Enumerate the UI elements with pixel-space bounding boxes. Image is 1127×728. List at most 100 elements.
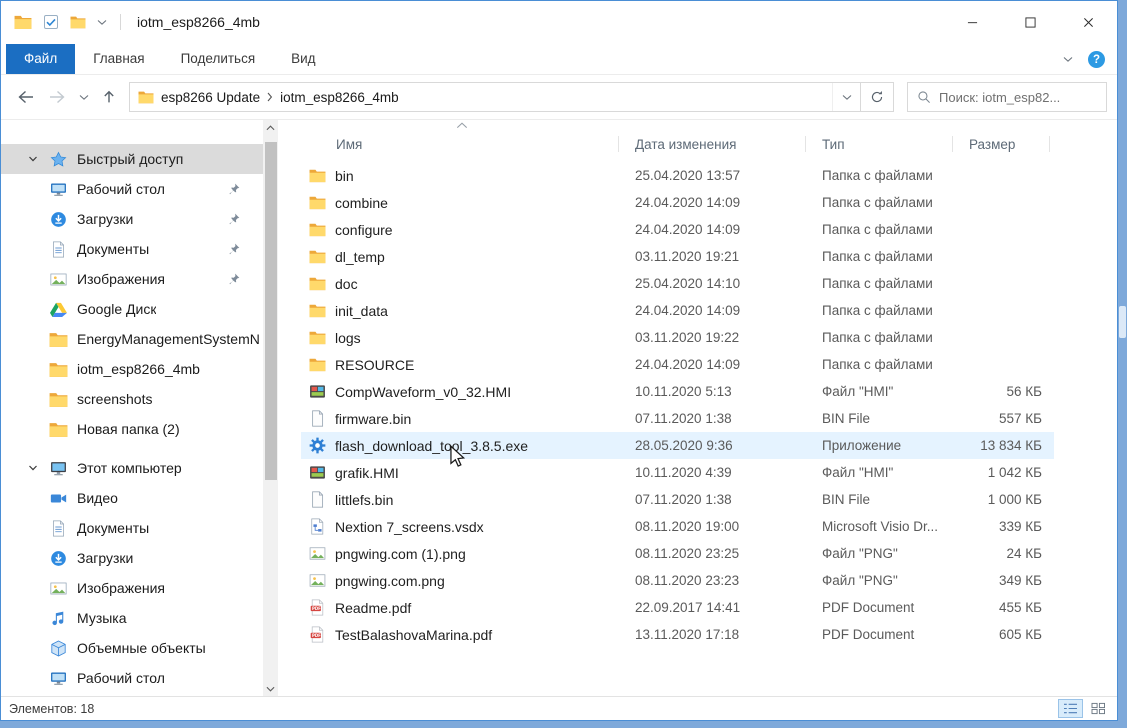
help-icon[interactable]: ? xyxy=(1088,51,1105,68)
sidebar-item-5[interactable]: Изображения xyxy=(1,264,263,294)
titlebar: iotm_esp8266_4mb xyxy=(1,1,1117,43)
file-row-1[interactable]: bin25.04.2020 13:57Папка с файлами xyxy=(301,162,1054,189)
sidebar-item-7[interactable]: EnergyManagementSystemN xyxy=(1,324,263,354)
sidebar-item-14[interactable]: Загрузки xyxy=(1,543,263,573)
file-row-2[interactable]: combine24.04.2020 14:09Папка с файлами xyxy=(301,189,1054,216)
png-icon xyxy=(309,572,326,589)
folder-icon xyxy=(309,221,326,238)
file-row-6[interactable]: init_data24.04.2020 14:09Папка с файлами xyxy=(301,297,1054,324)
file-row-12[interactable]: grafik.HMI10.11.2020 4:39Файл "HMI"1 042… xyxy=(301,459,1054,486)
file-row-7[interactable]: logs03.11.2020 19:22Папка с файлами xyxy=(301,324,1054,351)
sidebar-item-11[interactable]: Этот компьютер xyxy=(1,453,263,483)
file-size: 557 КБ xyxy=(957,411,1054,426)
sidebar-item-label: Этот компьютер xyxy=(77,460,182,476)
breadcrumb-segment-2[interactable]: iotm_esp8266_4mb xyxy=(280,90,399,105)
file-row-16[interactable]: pngwing.com.png08.11.2020 23:23Файл "PNG… xyxy=(301,567,1054,594)
expander-spacer xyxy=(28,643,49,653)
sidebar-scrollbar[interactable] xyxy=(263,120,278,696)
search-icon xyxy=(917,90,931,104)
file-type: BIN File xyxy=(810,411,957,426)
file-row-18[interactable]: PDFTestBalashovaMarina.pdf13.11.2020 17:… xyxy=(301,621,1054,648)
sidebar-item-2[interactable]: Рабочий стол xyxy=(1,174,263,204)
checkbox-toolbar-icon[interactable] xyxy=(43,14,59,30)
ribbon-tab-2[interactable]: Главная xyxy=(75,44,162,74)
file-name-cell: configure xyxy=(301,221,623,238)
sidebar-item-18[interactable]: Рабочий стол xyxy=(1,663,263,693)
search-input[interactable]: Поиск: iotm_esp82... xyxy=(907,82,1107,112)
column-header-4[interactable]: Размер xyxy=(957,129,1054,159)
file-row-3[interactable]: configure24.04.2020 14:09Папка с файлами xyxy=(301,216,1054,243)
thumbnails-view-button[interactable] xyxy=(1086,699,1111,718)
file-row-15[interactable]: pngwing.com (1).png08.11.2020 23:25Файл … xyxy=(301,540,1054,567)
file-row-10[interactable]: firmware.bin07.11.2020 1:38BIN File557 К… xyxy=(301,405,1054,432)
expander-icon[interactable] xyxy=(28,154,49,164)
pin-icon xyxy=(227,182,241,196)
file-date: 08.11.2020 19:00 xyxy=(623,519,810,534)
breadcrumb-segment-1[interactable]: esp8266 Update xyxy=(161,90,260,105)
forward-icon[interactable] xyxy=(48,90,66,104)
details-view-button[interactable] xyxy=(1058,699,1083,718)
sidebar-item-13[interactable]: Документы xyxy=(1,513,263,543)
minimize-button[interactable] xyxy=(943,1,1001,43)
sidebar-item-1[interactable]: Быстрый доступ xyxy=(1,144,263,174)
sidebar-item-4[interactable]: Документы xyxy=(1,234,263,264)
window-title: iotm_esp8266_4mb xyxy=(137,14,260,30)
refresh-button[interactable] xyxy=(860,83,893,111)
pdf-icon: PDF xyxy=(309,599,326,616)
column-header-3[interactable]: Тип xyxy=(810,129,957,159)
scrollbar-track[interactable] xyxy=(263,135,278,681)
file-name-cell: PDFReadme.pdf xyxy=(301,599,623,616)
file-date: 28.05.2020 9:36 xyxy=(623,438,810,453)
file-type: Файл "PNG" xyxy=(810,546,957,561)
view-mode-buttons xyxy=(1058,699,1111,718)
folder-toolbar-icon[interactable] xyxy=(70,14,86,30)
scroll-down-button[interactable] xyxy=(263,681,278,696)
column-header-2[interactable]: Дата изменения xyxy=(623,129,810,159)
file-row-8[interactable]: RESOURCE24.04.2020 14:09Папка с файлами xyxy=(301,351,1054,378)
collapse-ribbon-chevron-icon[interactable] xyxy=(1063,56,1073,63)
ribbon-tab-1[interactable]: Файл xyxy=(6,44,75,74)
scroll-up-button[interactable] xyxy=(263,120,278,135)
close-button[interactable] xyxy=(1059,1,1117,43)
scrollbar-thumb[interactable] xyxy=(265,142,277,480)
desktop-icon xyxy=(49,670,68,687)
file-name: configure xyxy=(335,222,393,238)
recent-locations-chevron-icon[interactable] xyxy=(79,94,89,101)
customize-toolbar-chevron-icon[interactable] xyxy=(97,19,107,26)
sidebar-item-16[interactable]: Музыка xyxy=(1,603,263,633)
sidebar-item-15[interactable]: Изображения xyxy=(1,573,263,603)
sidebar-item-6[interactable]: Google Диск xyxy=(1,294,263,324)
up-icon[interactable] xyxy=(102,90,116,104)
back-icon[interactable] xyxy=(17,90,35,104)
file-row-14[interactable]: Nextion 7_screens.vsdx08.11.2020 19:00Mi… xyxy=(301,513,1054,540)
file-name: pngwing.com (1).png xyxy=(335,546,466,562)
ribbon-tab-3[interactable]: Поделиться xyxy=(163,44,274,74)
file-row-13[interactable]: littlefs.bin07.11.2020 1:38BIN File1 000… xyxy=(301,486,1054,513)
file-row-9[interactable]: CompWaveform_v0_32.HMI10.11.2020 5:13Фай… xyxy=(301,378,1054,405)
sidebar-item-label: Видео xyxy=(77,490,118,506)
column-header-1[interactable]: Имя xyxy=(301,129,623,159)
file-row-5[interactable]: doc25.04.2020 14:10Папка с файлами xyxy=(301,270,1054,297)
sidebar-item-12[interactable]: Видео xyxy=(1,483,263,513)
maximize-button[interactable] xyxy=(1001,1,1059,43)
sidebar-item-8[interactable]: iotm_esp8266_4mb xyxy=(1,354,263,384)
ribbon-tab-4[interactable]: Вид xyxy=(273,44,333,74)
file-row-4[interactable]: dl_temp03.11.2020 19:21Папка с файлами xyxy=(301,243,1054,270)
search-placeholder: Поиск: iotm_esp82... xyxy=(939,90,1060,105)
folder-icon xyxy=(49,361,68,378)
sidebar-item-9[interactable]: screenshots xyxy=(1,384,263,414)
downloads-icon xyxy=(49,550,68,567)
expander-spacer xyxy=(28,214,49,224)
file-size: 1 042 КБ xyxy=(957,465,1054,480)
file-row-17[interactable]: PDFReadme.pdf22.09.2017 14:41PDF Documen… xyxy=(301,594,1054,621)
expander-icon[interactable] xyxy=(28,463,49,473)
file-row-11[interactable]: flash_download_tool_3.8.5.exe28.05.2020 … xyxy=(301,432,1054,459)
file-size: 605 КБ xyxy=(957,627,1054,642)
file-name-cell: grafik.HMI xyxy=(301,464,623,481)
file-type: Папка с файлами xyxy=(810,330,957,345)
sidebar-item-10[interactable]: Новая папка (2) xyxy=(1,414,263,444)
sidebar-item-17[interactable]: Объемные объекты xyxy=(1,633,263,663)
sidebar-item-3[interactable]: Загрузки xyxy=(1,204,263,234)
address-box[interactable]: esp8266 Update iotm_esp8266_4mb xyxy=(129,82,894,112)
address-dropdown-button[interactable] xyxy=(832,83,860,111)
